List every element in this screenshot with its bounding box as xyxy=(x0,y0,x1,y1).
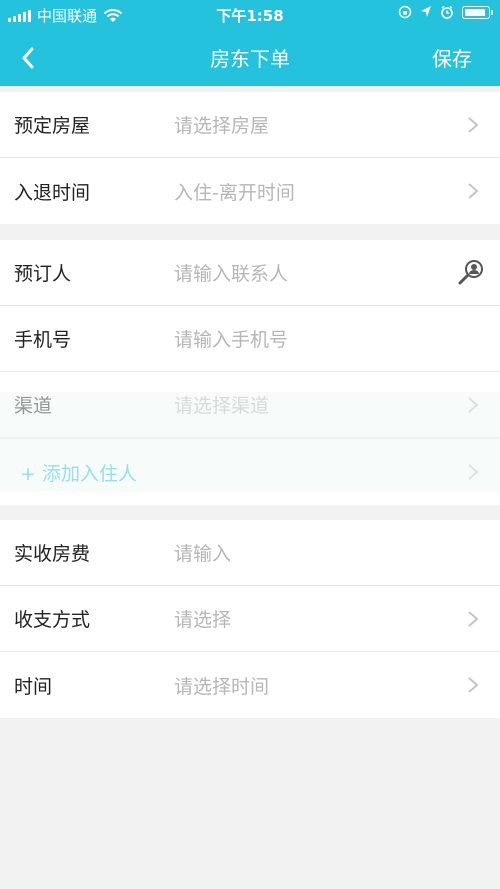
top-bar: 中国联通 下午1:58 房东下单 保存 xyxy=(0,0,500,86)
row-checkin-time[interactable]: 入退时间 入住-离开时间 xyxy=(0,158,500,224)
row-fee[interactable]: 实收房费 请输入 xyxy=(0,520,500,586)
time-placeholder: 请选择时间 xyxy=(174,675,270,698)
channel-placeholder: 请选择渠道 xyxy=(174,395,270,417)
chevron-right-icon xyxy=(468,611,479,627)
fee-label: 实收房费 xyxy=(14,543,91,565)
alarm-icon xyxy=(441,5,453,19)
page-title: 房东下单 xyxy=(210,47,290,71)
row-channel[interactable]: 渠道 请选择渠道 xyxy=(0,372,500,438)
battery-icon xyxy=(462,5,493,19)
add-resident-button[interactable]: + 添加入住人 xyxy=(20,459,137,486)
fee-input[interactable]: 请输入 xyxy=(174,539,231,566)
phone-input[interactable]: 请输入手机号 xyxy=(174,325,288,352)
chevron-right-icon xyxy=(468,677,479,693)
phone-label: 手机号 xyxy=(14,329,72,351)
payment-method-placeholder: 请选择 xyxy=(174,609,232,631)
save-button[interactable]: 保存 xyxy=(432,43,472,72)
house-label: 预定房屋 xyxy=(14,115,91,137)
contact-picker-icon[interactable] xyxy=(456,256,488,288)
channel-label: 渠道 xyxy=(14,395,53,417)
booking-group: 预定房屋 请选择房屋 入退时间 入住-离开时间 xyxy=(0,92,500,224)
chevron-right-icon xyxy=(468,117,479,133)
chevron-right-icon xyxy=(468,397,479,413)
payment-method-label: 收支方式 xyxy=(14,609,91,631)
time-label: 时间 xyxy=(14,675,53,698)
checkin-time-label: 入退时间 xyxy=(14,181,91,204)
chevron-right-icon xyxy=(468,464,479,480)
row-house[interactable]: 预定房屋 请选择房屋 xyxy=(0,92,500,158)
house-placeholder: 请选择房屋 xyxy=(174,115,270,137)
add-resident-row[interactable]: + 添加入住人 xyxy=(0,438,500,505)
booker-label: 预订人 xyxy=(14,263,72,285)
row-booker[interactable]: 预订人 请输入联系人 xyxy=(0,240,500,306)
row-payment-method[interactable]: 收支方式 请选择 xyxy=(0,586,500,652)
location-icon xyxy=(421,6,431,17)
checkin-time-placeholder: 入住-离开时间 xyxy=(174,181,295,204)
rotation-lock-icon xyxy=(398,5,412,19)
row-time[interactable]: 时间 请选择时间 xyxy=(0,652,500,718)
payment-group: 实收房费 请输入 收支方式 请选择 时间 请选择时间 xyxy=(0,520,500,718)
contact-group: 预订人 请输入联系人 手机号 请输入手机号 渠道 请选择渠道 + 添加入住人 xyxy=(0,240,500,505)
chevron-right-icon xyxy=(468,183,479,199)
row-phone[interactable]: 手机号 请输入手机号 xyxy=(0,306,500,372)
status-bar: 中国联通 下午1:58 xyxy=(0,0,500,28)
nav-bar: 房东下单 保存 xyxy=(0,28,500,86)
booker-input[interactable]: 请输入联系人 xyxy=(174,259,288,286)
